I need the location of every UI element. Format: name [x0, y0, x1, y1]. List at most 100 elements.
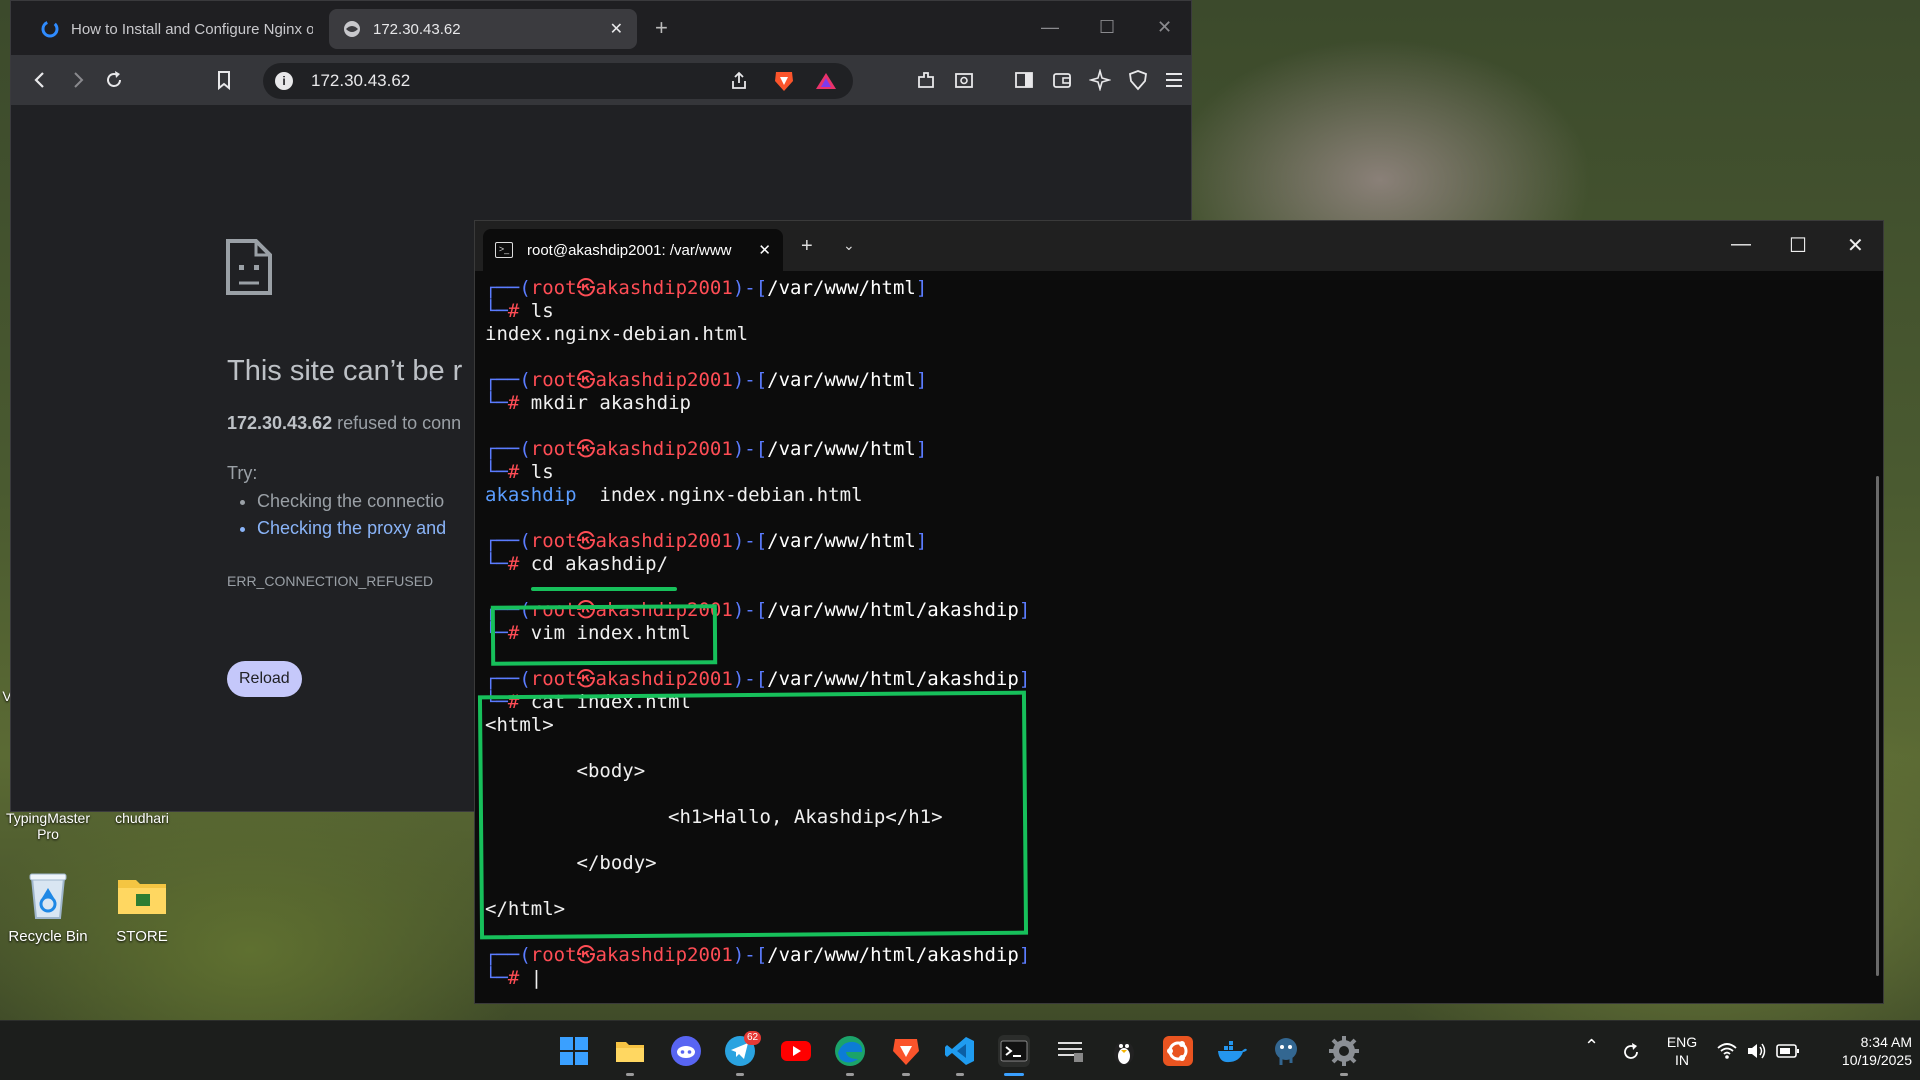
- new-tab-button[interactable]: +: [655, 15, 668, 41]
- brave-icon[interactable]: [890, 1035, 922, 1067]
- windows-start-icon[interactable]: [558, 1035, 590, 1067]
- running-indicator: [902, 1073, 910, 1076]
- terminal-scrollbar[interactable]: [1876, 476, 1879, 976]
- sidebar-icon[interactable]: [1013, 69, 1035, 91]
- ubuntu-icon[interactable]: [1162, 1035, 1194, 1067]
- prompt-path: /var/www/html: [767, 530, 916, 552]
- postgresql-icon[interactable]: [1270, 1035, 1302, 1067]
- prompt-line: ┌──(root㉿akashdip2001)-[/var/www/html]: [485, 277, 928, 299]
- prompt-host: akashdip2001: [595, 668, 733, 690]
- store-folder-label: STORE: [116, 928, 168, 945]
- sync-icon[interactable]: [1620, 1041, 1642, 1063]
- browser-tab-ip[interactable]: 172.30.43.62 ✕: [329, 9, 637, 49]
- docker-icon[interactable]: [1216, 1035, 1248, 1067]
- brave-rewards-icon[interactable]: [815, 71, 837, 91]
- share-icon[interactable]: [729, 71, 749, 91]
- taskbar: 62 ⌃ ENG IN 8:34 AM 10/19/2025: [0, 1020, 1920, 1080]
- site-info-icon[interactable]: i: [275, 72, 293, 90]
- vscode-icon[interactable]: [944, 1035, 976, 1067]
- terminal-app-icon[interactable]: [998, 1035, 1030, 1067]
- prompt-symbol: ㉿: [576, 438, 596, 460]
- screenshot-icon[interactable]: [953, 69, 975, 91]
- maximize-icon[interactable]: ☐: [1099, 17, 1115, 38]
- recycle-bin-icon: [20, 866, 76, 922]
- suggestion-link[interactable]: Checking the proxy and: [257, 518, 446, 539]
- close-window-icon[interactable]: ✕: [1847, 233, 1864, 258]
- error-description-rest: refused to conn: [332, 413, 462, 433]
- command-line-active[interactable]: └─# |: [485, 967, 1867, 990]
- store-folder-desktop-icon[interactable]: STORE: [94, 866, 190, 945]
- close-window-icon[interactable]: ✕: [1157, 17, 1172, 38]
- command-text: mkdir akashdip: [530, 392, 691, 414]
- error-title: This site can’t be r: [227, 355, 463, 387]
- prompt-user: root: [530, 277, 577, 299]
- address-bar-url[interactable]: 172.30.43.62: [311, 71, 410, 91]
- brave-shields-icon[interactable]: [773, 69, 795, 93]
- leo-ai-icon[interactable]: [1089, 69, 1111, 91]
- region-code: IN: [1675, 1052, 1689, 1068]
- recycle-bin-desktop-icon[interactable]: Recycle Bin: [0, 866, 96, 945]
- prompt-user: root: [530, 530, 577, 552]
- error-code: ERR_CONNECTION_REFUSED: [227, 573, 434, 589]
- menu-icon[interactable]: [1163, 69, 1185, 91]
- language-indicator[interactable]: ENG IN: [1664, 1033, 1700, 1069]
- chevron-up-icon[interactable]: ⌃: [1584, 1037, 1599, 1055]
- command-text: cd akashdip/: [530, 553, 669, 575]
- prompt-host: akashdip2001: [595, 944, 733, 966]
- wsl-terminal-icon[interactable]: [1054, 1035, 1086, 1067]
- vpn-shield-icon[interactable]: [1127, 69, 1149, 91]
- battery-icon[interactable]: [1776, 1043, 1800, 1059]
- minimize-icon[interactable]: —: [1041, 17, 1059, 38]
- reload-icon[interactable]: [103, 69, 125, 91]
- linux-penguin-icon[interactable]: [1108, 1035, 1140, 1067]
- prompt-line: ┌──(root㉿akashdip2001)-[/var/www/html/ak…: [485, 668, 1031, 690]
- file-explorer-icon[interactable]: [614, 1035, 646, 1067]
- discord-icon[interactable]: [670, 1035, 702, 1067]
- output-line: akashdip index.nginx-debian.html: [485, 484, 1867, 507]
- edge-icon[interactable]: [834, 1035, 866, 1067]
- bookmark-icon[interactable]: [213, 69, 235, 91]
- prompt-line: ┌──(root㉿akashdip2001)-[/var/www/html]: [485, 369, 928, 391]
- globe-icon: [343, 20, 361, 38]
- directory-entry: akashdip: [485, 484, 577, 506]
- close-tab-icon[interactable]: ✕: [610, 19, 623, 39]
- maximize-icon[interactable]: ☐: [1789, 233, 1807, 258]
- browser-toolbar: i 172.30.43.62: [11, 55, 1191, 105]
- clock[interactable]: 8:34 AM 10/19/2025: [1812, 1033, 1912, 1069]
- prompt-host: akashdip2001: [595, 530, 733, 552]
- prompt-line: ┌──(root㉿akashdip2001)-[/var/www/html]: [485, 530, 928, 552]
- terminal-tab[interactable]: >_ root@akashdip2001: /var/www ✕: [483, 229, 783, 271]
- minimize-icon[interactable]: —: [1731, 233, 1751, 256]
- running-indicator: [626, 1073, 634, 1076]
- close-tab-icon[interactable]: ✕: [758, 241, 771, 259]
- prompt-path: /var/www/html: [767, 369, 916, 391]
- site-favicon-icon: [41, 20, 59, 38]
- settings-gear-icon[interactable]: [1328, 1035, 1360, 1067]
- folder-icon: [114, 866, 170, 922]
- prompt-path: /var/www/html: [767, 277, 916, 299]
- text-cursor: |: [530, 967, 543, 989]
- desktop-label-chudhari[interactable]: chudhari: [100, 810, 184, 826]
- chevron-down-icon[interactable]: ⌄: [843, 237, 855, 254]
- command-line: └─# ls: [485, 300, 554, 322]
- terminal-window: >_ root@akashdip2001: /var/www ✕ + ⌄ — ☐…: [474, 220, 1884, 1004]
- language-code: ENG: [1666, 1034, 1698, 1050]
- address-bar[interactable]: i 172.30.43.62: [263, 63, 853, 99]
- prompt-path: /var/www/html: [767, 438, 916, 460]
- extensions-icon[interactable]: [915, 69, 937, 91]
- terminal-icon: >_: [495, 242, 513, 258]
- reload-button[interactable]: Reload: [227, 661, 302, 697]
- wifi-icon[interactable]: [1716, 1041, 1738, 1061]
- browser-tab-nginx-guide[interactable]: How to Install and Configure Nginx o: [27, 9, 327, 49]
- back-icon[interactable]: [29, 69, 51, 91]
- forward-icon[interactable]: [67, 69, 89, 91]
- prompt-line: ┌──(root㉿akashdip2001)-[/var/www/html]: [485, 438, 928, 460]
- prompt-symbol: ㉿: [576, 530, 596, 552]
- error-try-label: Try:: [227, 463, 258, 483]
- volume-icon[interactable]: [1746, 1041, 1768, 1061]
- wallet-icon[interactable]: [1051, 69, 1073, 91]
- youtube-icon[interactable]: [780, 1035, 812, 1067]
- new-tab-button[interactable]: +: [801, 235, 813, 258]
- prompt-symbol: ㉿: [576, 668, 596, 690]
- desktop-label-typingmaster[interactable]: TypingMaster Pro: [2, 810, 94, 842]
